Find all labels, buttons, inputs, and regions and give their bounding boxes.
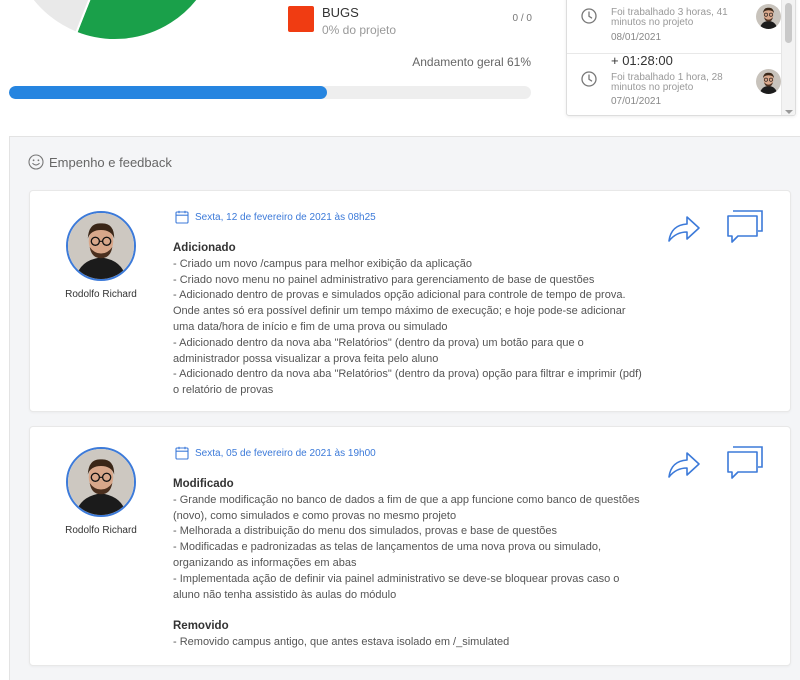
entry-heading: Modificado bbox=[173, 478, 234, 490]
feedback-section: Empenho e feedback Rodolfo Richard Sexta… bbox=[9, 136, 800, 680]
time-log-date: 07/01/2021 bbox=[611, 96, 662, 107]
entry-line: - Adicionado dentro da nova aba "Relatór… bbox=[173, 336, 584, 349]
smile-icon bbox=[28, 154, 44, 170]
time-log-amount: + 01:28:00 bbox=[611, 53, 673, 68]
entry-line: - Criado novo menu no painel administrat… bbox=[173, 273, 595, 286]
time-log-date: 08/01/2021 bbox=[611, 32, 662, 43]
entry-line: - Grande modificação no banco de dados a… bbox=[173, 493, 640, 506]
share-icon[interactable] bbox=[667, 449, 701, 479]
time-log-entry: Foi trabalhado 3 horas, 41 minutos no pr… bbox=[567, 0, 781, 53]
entry-date: Sexta, 12 de fevereiro de 2021 às 08h25 bbox=[175, 210, 376, 224]
entry-line: uma data/hora de início e fim de uma pro… bbox=[173, 320, 448, 333]
share-icon[interactable] bbox=[667, 213, 701, 243]
section-title: Empenho e feedback bbox=[49, 154, 172, 170]
feedback-card: Rodolfo Richard Sexta, 12 de fevereiro d… bbox=[29, 190, 791, 412]
author-avatar bbox=[66, 211, 136, 281]
clock-icon bbox=[581, 71, 597, 87]
entry-date-text: Sexta, 05 de fevereiro de 2021 às 19h00 bbox=[195, 447, 376, 459]
entry-date: Sexta, 05 de fevereiro de 2021 às 19h00 bbox=[175, 446, 376, 460]
avatar bbox=[756, 4, 781, 29]
avatar bbox=[756, 69, 781, 94]
pie-slice[interactable] bbox=[75, 0, 219, 40]
entry-body: Adicionado - Criado um novo /campus para … bbox=[173, 241, 653, 399]
project-pie-chart bbox=[31, 0, 219, 40]
comments-icon[interactable] bbox=[726, 209, 764, 245]
bugs-title: BUGS bbox=[322, 5, 359, 20]
entry-line: - Adicionado dentro de provas e simulado… bbox=[173, 289, 626, 302]
entry-line: (novo), como simulados e como provas no … bbox=[173, 509, 457, 522]
time-log-panel[interactable]: Foi trabalhado 3 horas, 41 minutos no pr… bbox=[566, 0, 796, 116]
entry-line: o relatório de provas bbox=[173, 384, 274, 397]
bugs-percent: 0% do projeto bbox=[322, 23, 397, 37]
time-log-description: Foi trabalhado 1 hora, 28 minutos no pro… bbox=[611, 72, 723, 93]
time-log-description: Foi trabalhado 3 horas, 41 minutos no pr… bbox=[611, 7, 728, 28]
scroll-down-arrow-icon[interactable] bbox=[785, 110, 793, 114]
time-log-entry: + 01:28:00 Foi trabalhado 1 hora, 28 min… bbox=[567, 53, 781, 115]
feedback-card: Rodolfo Richard Sexta, 05 de fevereiro d… bbox=[29, 426, 791, 666]
author-name: Rodolfo Richard bbox=[65, 525, 137, 536]
scroll-thumb[interactable] bbox=[785, 3, 792, 43]
bugs-color-swatch bbox=[288, 6, 314, 32]
bugs-count: 0 / 0 bbox=[512, 13, 532, 24]
entry-line: - Criado um novo /campus para melhor exi… bbox=[173, 257, 472, 270]
overall-progress-bar bbox=[9, 86, 531, 99]
section-header: Empenho e feedback bbox=[28, 154, 172, 170]
entry-line: - Implementada ação de definir via paine… bbox=[173, 572, 620, 585]
calendar-icon bbox=[175, 210, 189, 224]
calendar-icon bbox=[175, 446, 189, 460]
entry-line: administrador possa visualizar a prova f… bbox=[173, 352, 439, 365]
overall-progress-label: Andamento geral 61% bbox=[412, 55, 531, 69]
entry-line: - Melhorada a distribuição do menu dos s… bbox=[173, 525, 558, 538]
comments-icon[interactable] bbox=[726, 445, 764, 481]
entry-line: Onde antes só era possível definir um te… bbox=[173, 305, 626, 318]
entry-line: aluno não tenha assistido às aulas do mó… bbox=[173, 588, 397, 601]
entry-line: - Removido campus antigo, que antes esta… bbox=[173, 635, 510, 648]
entry-body: Modificado - Grande modificação no banco … bbox=[173, 477, 653, 651]
author-avatar bbox=[66, 447, 136, 517]
entry-date-text: Sexta, 12 de fevereiro de 2021 às 08h25 bbox=[195, 211, 376, 223]
entry-line: - Adicionado dentro da nova aba "Relatór… bbox=[173, 368, 642, 381]
author-name: Rodolfo Richard bbox=[65, 289, 137, 300]
entry-line: organizando as informações em abas bbox=[173, 556, 357, 569]
time-log-scrollbar[interactable] bbox=[781, 0, 795, 115]
entry-heading: Adicionado bbox=[173, 242, 236, 254]
clock-icon bbox=[581, 8, 597, 24]
overall-progress-fill bbox=[9, 86, 328, 99]
entry-line: - Modificadas e padronizadas as telas de… bbox=[173, 541, 602, 554]
entry-heading: Removido bbox=[173, 620, 229, 633]
